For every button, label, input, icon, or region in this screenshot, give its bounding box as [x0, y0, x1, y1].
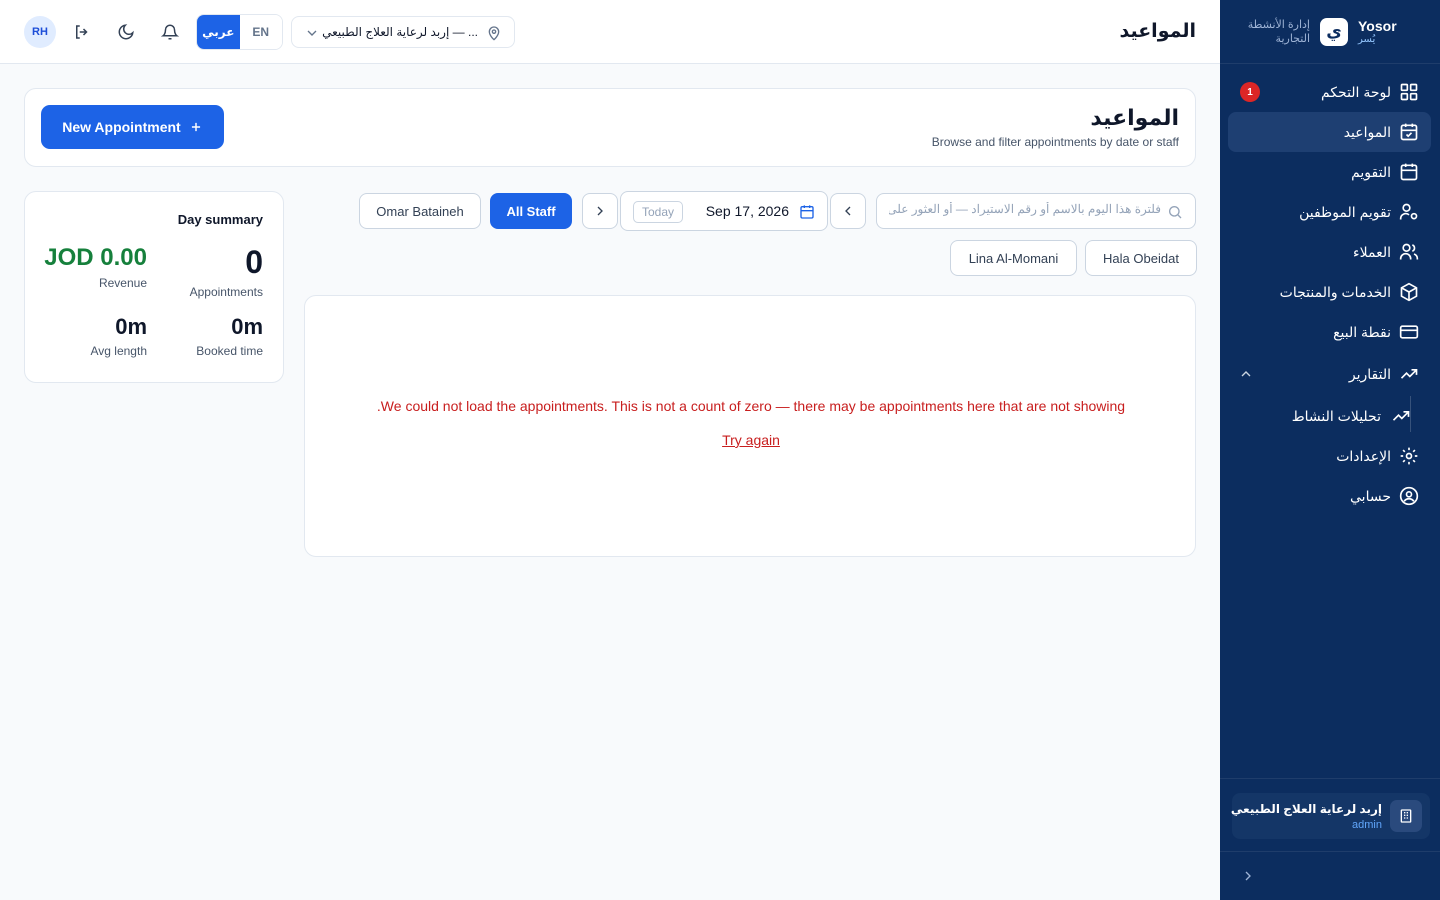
staff-filter-omar[interactable]: Omar Bataineh — [359, 193, 481, 229]
sidebar-item-label: التقويم — [1351, 163, 1391, 180]
date-picker[interactable]: Sep 17, 2026 Today — [620, 191, 828, 231]
sidebar-item-label: المواعيد — [1343, 123, 1391, 140]
lang-english-button[interactable]: EN — [239, 15, 282, 49]
next-day-button[interactable] — [582, 193, 618, 229]
sidebar-item-calendar[interactable]: التقويم — [1228, 152, 1431, 192]
collapse-sidebar-icon[interactable] — [1240, 868, 1256, 884]
sidebar-item-label: لوحة التحكم — [1320, 83, 1391, 100]
brand-tagline: إدارة الأنشطة التجارية — [1247, 19, 1310, 45]
calendar-icon — [799, 204, 815, 220]
stat-revenue: JOD 0.00 Revenue — [44, 244, 147, 290]
stat-booked-label: Booked time — [196, 344, 263, 358]
sidebar: ي Yosor يُسر إدارة الأنشطة التجارية لوحة… — [1220, 0, 1440, 900]
error-message: .We could not load the appointments. Thi… — [376, 398, 1126, 414]
bell-icon[interactable] — [154, 16, 186, 48]
chevron-right-icon — [597, 206, 603, 216]
stat-appointments-label: Appointments — [189, 285, 263, 299]
stat-revenue-label: Revenue — [98, 276, 147, 290]
sidebar-item-appointments[interactable]: المواعيد — [1228, 112, 1431, 152]
new-appointment-button[interactable]: New Appointment — [41, 105, 224, 149]
user-cog-icon — [1399, 202, 1419, 222]
stat-revenue-value: JOD 0.00 — [44, 244, 147, 271]
package-icon — [1399, 282, 1419, 302]
stat-booked-time: 0m Booked time — [196, 314, 263, 358]
new-appointment-label: New Appointment — [62, 119, 181, 135]
gear-icon — [1399, 446, 1419, 466]
stat-avg-value: 0m — [115, 314, 147, 339]
sidebar-item-label: الخدمات والمنتجات — [1279, 283, 1391, 300]
branch-select-value: إربد لرعاية العلاج الطبيعي — ... — [322, 25, 478, 39]
page-title: المواعيد — [1119, 21, 1196, 42]
sidebar-item-label: حسابي — [1350, 487, 1391, 504]
user-circle-icon — [1399, 486, 1419, 506]
logout-icon[interactable] — [66, 16, 98, 48]
sidebar-item-pos[interactable]: نقطة البيع — [1228, 312, 1431, 352]
calendar-icon — [1399, 162, 1419, 182]
org-name: إربد لرعاية العلاج الطبيعي — [1230, 802, 1382, 816]
top-bar: المواعيد RH عربي EN إربد لرعاية العلاج ا… — [0, 0, 1220, 64]
brand-logo: ي — [1320, 18, 1348, 46]
credit-card-icon — [1399, 322, 1419, 342]
sidebar-item-label: التقارير — [1348, 365, 1391, 382]
search-box — [876, 193, 1196, 229]
appointments-panel: .We could not load the appointments. Thi… — [304, 295, 1196, 557]
chevron-up-icon[interactable] — [1238, 366, 1254, 382]
sidebar-item-reports[interactable]: التقارير — [1228, 354, 1431, 394]
sidebar-item-label: الإعدادات — [1336, 447, 1391, 464]
stat-appointments: 0 Appointments — [190, 244, 263, 299]
search-input[interactable] — [889, 202, 1161, 216]
selected-date: Sep 17, 2026 — [705, 203, 789, 219]
sidebar-item-label: تحليلات النشاط — [1291, 407, 1381, 424]
brand: ي Yosor يُسر إدارة الأنشطة التجارية — [1220, 0, 1440, 64]
plus-icon — [189, 120, 203, 134]
staff-filter-lina[interactable]: Lina Al-Momani — [950, 240, 1077, 276]
sidebar-item-staff-calendar[interactable]: تقويم الموظفين — [1228, 192, 1431, 232]
section-title: المواعيد — [1090, 105, 1179, 130]
stat-appointments-value: 0 — [245, 244, 263, 280]
stat-booked-value: 0m — [231, 314, 263, 339]
dashboard-grid-icon — [1399, 82, 1419, 102]
sidebar-item-dashboard[interactable]: لوحة التحكم 1 — [1228, 72, 1431, 112]
sidebar-item-label: العملاء — [1353, 243, 1391, 260]
building-icon — [1390, 800, 1422, 832]
trending-up-icon — [1399, 364, 1419, 384]
search-icon — [1167, 204, 1183, 220]
branch-select[interactable]: إربد لرعاية العلاج الطبيعي — ... — [291, 16, 515, 48]
notification-badge: 1 — [1240, 82, 1260, 102]
org-switcher[interactable]: إربد لرعاية العلاج الطبيعي admin — [1230, 793, 1430, 839]
lang-arabic-button[interactable]: عربي — [197, 15, 240, 49]
calendar-check-icon — [1399, 122, 1419, 142]
day-summary-title: Day summary — [177, 212, 263, 227]
avatar[interactable]: RH — [24, 16, 56, 48]
stat-avg-label: Avg length — [90, 344, 148, 358]
previous-day-button[interactable] — [830, 193, 866, 229]
staff-filter-hala[interactable]: Hala Obeidat — [1085, 240, 1197, 276]
brand-sub: يُسر — [1358, 34, 1376, 45]
staff-filter-all[interactable]: All Staff — [490, 193, 572, 229]
language-toggle: عربي EN — [196, 14, 283, 50]
sidebar-item-label: تقويم الموظفين — [1299, 203, 1391, 220]
trending-up-icon — [1391, 406, 1411, 426]
sidebar-item-settings[interactable]: الإعدادات — [1228, 436, 1431, 476]
chevron-down-icon — [304, 25, 320, 41]
chevron-left-icon — [845, 206, 851, 216]
stat-avg-length: 0m Avg length — [91, 314, 148, 358]
brand-name: Yosor — [1358, 18, 1397, 34]
sidebar-item-account[interactable]: حسابي — [1228, 476, 1431, 516]
users-icon — [1399, 242, 1419, 262]
sidebar-item-clients[interactable]: العملاء — [1228, 232, 1431, 272]
org-role: admin — [1352, 819, 1382, 831]
sidebar-item-activity-analytics[interactable]: تحليلات النشاط — [1228, 396, 1431, 436]
today-button[interactable]: Today — [633, 201, 684, 223]
try-again-link[interactable]: Try again — [305, 432, 1197, 448]
sidebar-footer: إربد لرعاية العلاج الطبيعي admin — [1220, 778, 1440, 852]
moon-icon[interactable] — [110, 16, 142, 48]
page-header-card: المواعيد Browse and filter appointments … — [24, 88, 1196, 167]
day-summary-card: Day summary 0 Appointments JOD 0.00 Reve… — [24, 191, 284, 383]
sidebar-item-services[interactable]: الخدمات والمنتجات — [1228, 272, 1431, 312]
map-pin-icon — [486, 25, 502, 41]
section-subtitle: Browse and filter appointments by date o… — [931, 135, 1179, 149]
sidebar-item-label: نقطة البيع — [1333, 323, 1391, 340]
